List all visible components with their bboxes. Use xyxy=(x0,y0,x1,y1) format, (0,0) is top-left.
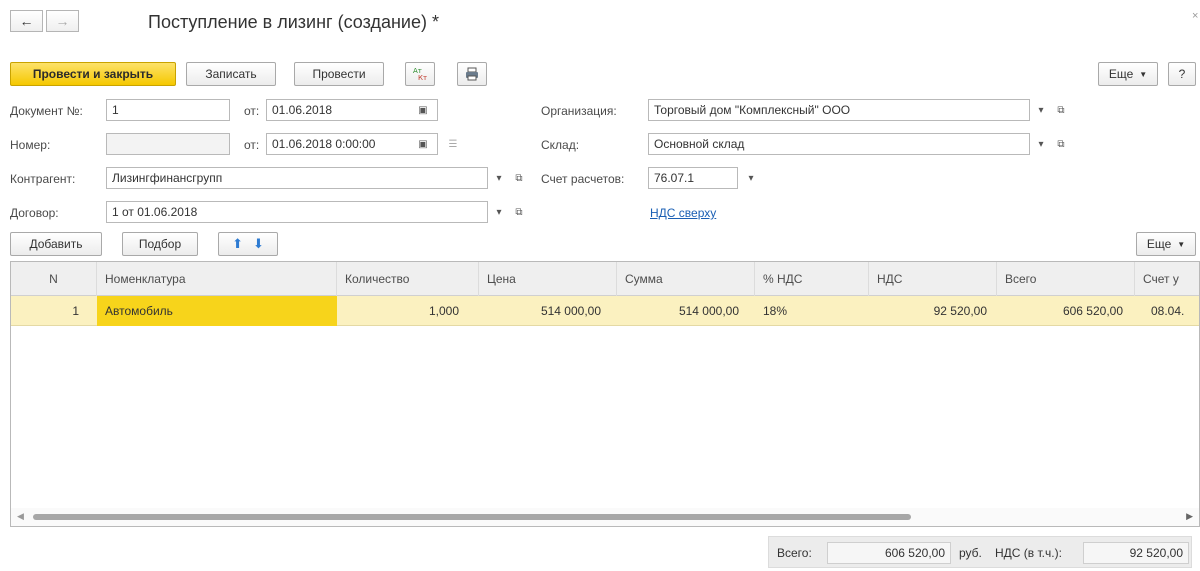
more-label: Еще xyxy=(1108,67,1134,81)
number-date-field[interactable]: 01.06.2018 0:00:00 xyxy=(266,133,438,155)
save-button[interactable]: Записать xyxy=(186,62,276,86)
cell-account[interactable]: 08.04. xyxy=(1143,296,1199,326)
total-field: 606 520,00 xyxy=(827,542,951,564)
column-header[interactable]: Всего xyxy=(997,262,1135,296)
page-title: Поступление в лизинг (создание) * xyxy=(148,12,439,32)
account-label: Счет расчетов: xyxy=(541,172,625,186)
open-icon[interactable]: ⧉ xyxy=(510,203,528,221)
doc-date-field[interactable]: 01.06.2018 xyxy=(266,99,438,121)
cell-price[interactable]: 514 000,00 xyxy=(479,296,609,326)
forward-button[interactable]: → xyxy=(46,10,79,32)
list-icon[interactable]: ☰ xyxy=(444,135,462,153)
date-label: от: xyxy=(244,104,260,118)
column-header[interactable]: % НДС xyxy=(755,262,869,296)
scroll-right-icon[interactable]: ▶ xyxy=(1186,511,1193,522)
total-label: Всего: xyxy=(777,546,812,560)
chevron-down-icon[interactable]: ▾ xyxy=(490,203,508,221)
warehouse-field[interactable]: Основной склад xyxy=(648,133,1030,155)
column-header[interactable]: Цена xyxy=(479,262,617,296)
calendar-icon[interactable]: ▣ xyxy=(414,101,432,119)
column-header[interactable]: N xyxy=(11,262,97,296)
table-more-button[interactable]: Еще ▼ xyxy=(1136,232,1196,256)
chevron-down-icon[interactable]: ▾ xyxy=(490,169,508,187)
chevron-down-icon[interactable]: ▾ xyxy=(742,169,760,187)
column-header[interactable]: Счет у xyxy=(1135,262,1199,296)
vat-total-label: НДС (в т.ч.): xyxy=(995,546,1062,560)
table-row[interactable]: 1 Автомобиль 1,000 514 000,00 514 000,00… xyxy=(11,296,1199,326)
chevron-down-icon[interactable]: ▾ xyxy=(1032,101,1050,119)
add-button[interactable]: Добавить xyxy=(10,232,102,256)
chevron-down-icon: ▼ xyxy=(1177,239,1186,249)
back-button[interactable]: ← xyxy=(10,10,43,32)
svg-text:Кт: Кт xyxy=(418,74,427,82)
print-button[interactable] xyxy=(457,62,487,86)
move-buttons: ⬆ ⬇ xyxy=(218,232,278,256)
dt-kt-button[interactable]: Ат Кт xyxy=(405,62,435,86)
vat-total-field: 92 520,00 xyxy=(1083,542,1189,564)
move-down-icon[interactable]: ⬇ xyxy=(253,236,264,252)
move-up-icon[interactable]: ⬆ xyxy=(232,236,243,252)
arrow-left-icon: ← xyxy=(19,13,34,29)
column-header[interactable]: Количество xyxy=(337,262,479,296)
doc-date-value: 01.06.2018 xyxy=(272,103,333,117)
post-and-close-button[interactable]: Провести и закрыть xyxy=(10,62,176,86)
cell-qty[interactable]: 1,000 xyxy=(337,296,467,326)
cell-total[interactable]: 606 520,00 xyxy=(997,296,1131,326)
currency-label: руб. xyxy=(959,546,982,560)
close-icon[interactable]: × xyxy=(1192,10,1198,22)
vat-on-top-link[interactable]: НДС сверху xyxy=(650,206,716,220)
open-icon[interactable]: ⧉ xyxy=(510,169,528,187)
account-field[interactable]: 76.07.1 xyxy=(648,167,738,189)
org-field[interactable]: Торговый дом "Комплексный" ООО xyxy=(648,99,1030,121)
table-header: N Номенклатура Количество Цена Сумма % Н… xyxy=(11,262,1199,296)
scroll-thumb[interactable] xyxy=(33,514,911,520)
doc-no-field[interactable]: 1 xyxy=(106,99,230,121)
number-label: Номер: xyxy=(10,138,51,152)
number-field[interactable] xyxy=(106,133,230,155)
items-table[interactable]: N Номенклатура Количество Цена Сумма % Н… xyxy=(10,261,1200,527)
counterparty-field[interactable]: Лизингфинансгрупп xyxy=(106,167,488,189)
warehouse-label: Склад: xyxy=(541,138,580,152)
help-button[interactable]: ? xyxy=(1168,62,1196,86)
date-label: от: xyxy=(244,138,260,152)
cell-sum[interactable]: 514 000,00 xyxy=(617,296,747,326)
dt-kt-icon: Ат Кт xyxy=(413,67,427,82)
cell-n: 1 xyxy=(72,304,79,318)
cell-vat[interactable]: 92 520,00 xyxy=(869,296,995,326)
chevron-down-icon: ▼ xyxy=(1139,69,1148,79)
post-button[interactable]: Провести xyxy=(294,62,384,86)
column-header[interactable]: Номенклатура xyxy=(97,262,337,296)
pick-button[interactable]: Подбор xyxy=(122,232,198,256)
column-header[interactable]: НДС xyxy=(869,262,997,296)
scroll-left-icon[interactable]: ◀ xyxy=(17,511,24,522)
contract-field[interactable]: 1 от 01.06.2018 xyxy=(106,201,488,223)
horizontal-scrollbar[interactable]: ◀ ▶ xyxy=(11,508,1199,526)
open-icon[interactable]: ⧉ xyxy=(1052,135,1070,153)
table-more-label: Еще xyxy=(1146,237,1172,251)
printer-icon xyxy=(466,67,478,81)
contract-label: Договор: xyxy=(10,206,59,220)
org-label: Организация: xyxy=(541,104,617,118)
cell-vat-rate[interactable]: 18% xyxy=(755,296,869,326)
open-icon[interactable]: ⧉ xyxy=(1052,101,1070,119)
cell-item[interactable]: Автомобиль xyxy=(97,296,337,326)
more-button[interactable]: Еще ▼ xyxy=(1098,62,1158,86)
chevron-down-icon[interactable]: ▾ xyxy=(1032,135,1050,153)
calendar-icon[interactable]: ▣ xyxy=(414,135,432,153)
totals-panel: Всего: 606 520,00 руб. НДС (в т.ч.): 92 … xyxy=(768,536,1192,568)
doc-no-label: Документ №: xyxy=(10,104,83,118)
arrow-right-icon: → xyxy=(55,13,70,29)
column-header[interactable]: Сумма xyxy=(617,262,755,296)
number-date-value: 01.06.2018 0:00:00 xyxy=(272,137,376,151)
counterparty-label: Контрагент: xyxy=(10,172,76,186)
